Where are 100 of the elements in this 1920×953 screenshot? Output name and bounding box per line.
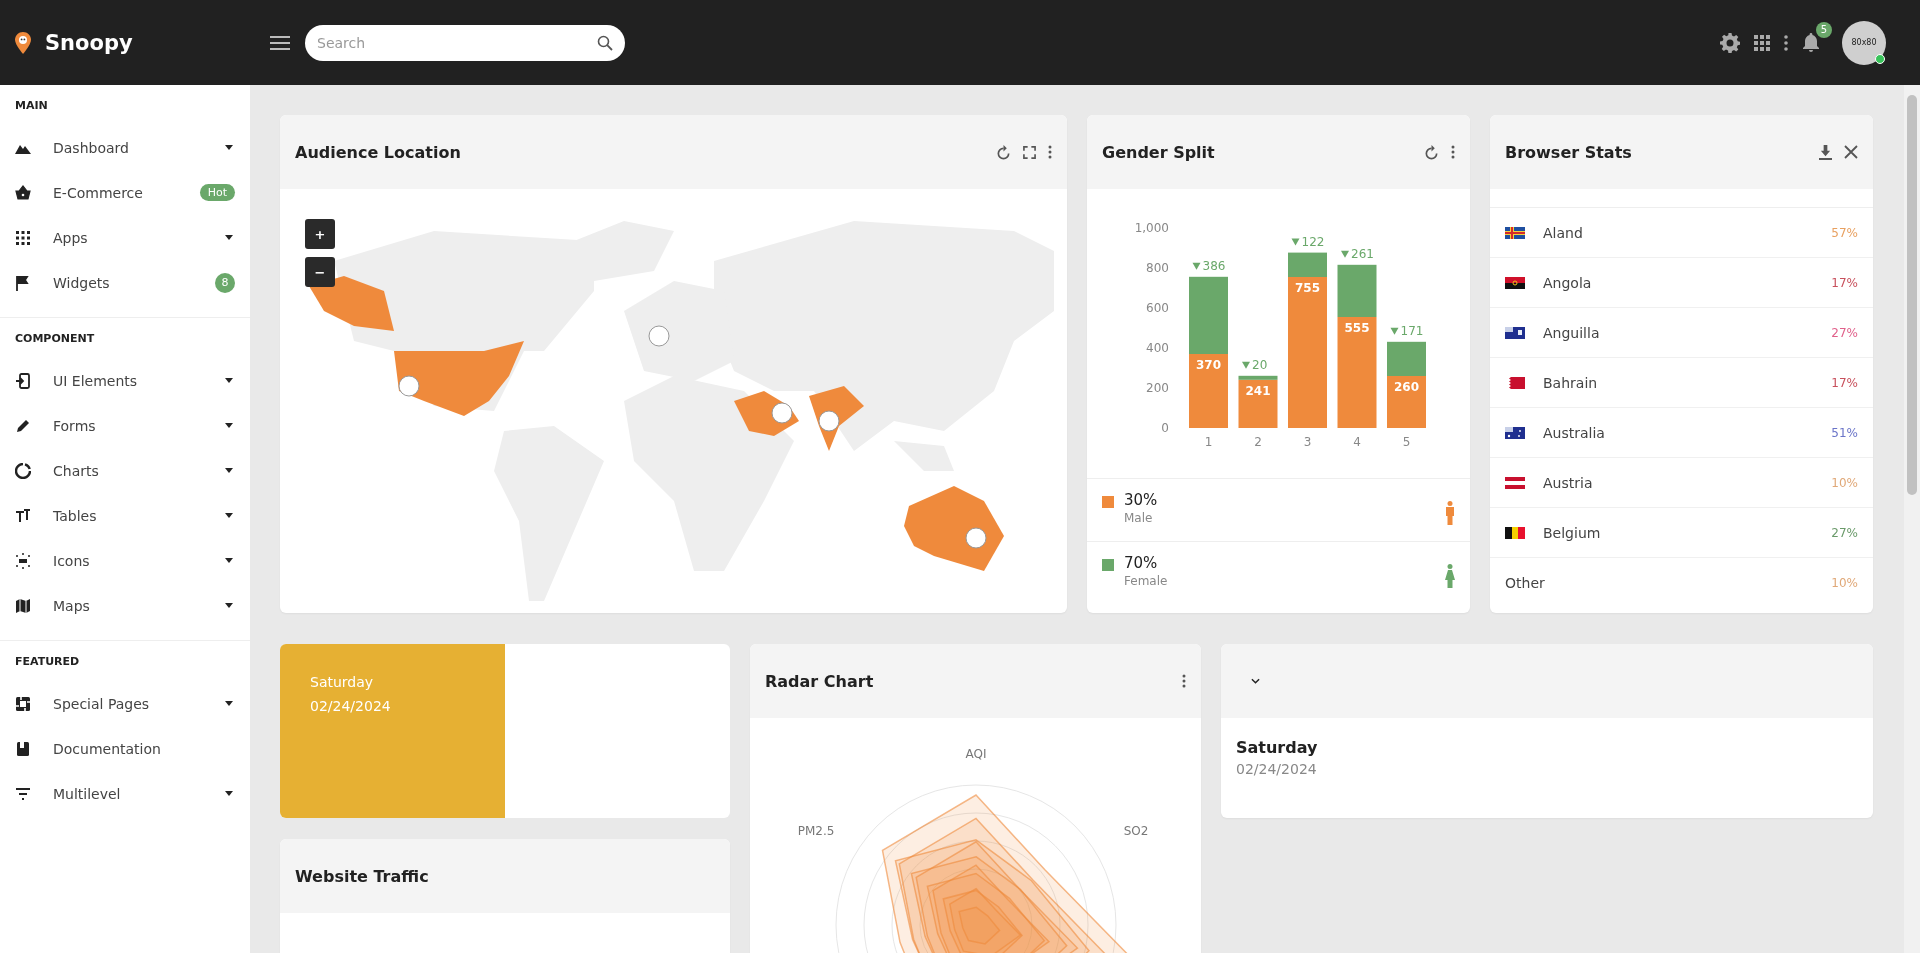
axis-label: AQI	[965, 747, 986, 761]
sidebar-item-label: Icons	[53, 552, 91, 569]
axis-tick-label: 1,000	[1134, 221, 1169, 235]
bar-value-label: 755	[1294, 281, 1320, 295]
axis-tick-label: 4	[1352, 435, 1361, 449]
more-icon[interactable]	[1784, 34, 1788, 51]
sidebar-item[interactable]: E-Commerce Hot	[0, 170, 250, 215]
sidebar-item[interactable]: Icons	[0, 538, 250, 583]
menu-icon[interactable]	[270, 35, 290, 50]
bar-value-label: 20	[1241, 357, 1267, 372]
sidebar-item[interactable]: Apps	[0, 215, 250, 260]
percentage: 10%	[1831, 475, 1858, 490]
card-title: Browser Stats	[1505, 142, 1632, 162]
sidebar-item[interactable]: Dashboard	[0, 125, 250, 170]
person-icon	[1445, 564, 1455, 588]
country-name: Australia	[1543, 424, 1606, 441]
card-title: Website Traffic	[295, 866, 429, 886]
bar-value-label: 260	[1393, 380, 1419, 394]
avatar[interactable]: 80x80	[1842, 20, 1886, 65]
bar-value-label: 370	[1195, 358, 1221, 372]
legend-label: Male	[1124, 511, 1154, 525]
zoom-in-button[interactable]: +	[305, 219, 335, 249]
section-title: MAIN	[14, 98, 49, 114]
logo-icon	[15, 31, 31, 54]
menu-item-icon	[15, 552, 31, 569]
percentage: 51%	[1831, 425, 1858, 440]
menu-item-icon	[15, 274, 31, 291]
flag-icon	[1505, 326, 1525, 339]
sidebar-item[interactable]: Special Pages	[0, 681, 250, 726]
chevron-down-icon[interactable]	[1251, 678, 1260, 684]
sidebar-item[interactable]: Tables	[0, 493, 250, 538]
card-title: Gender Split	[1102, 142, 1215, 162]
badge: 8	[215, 272, 235, 293]
flag-icon	[1505, 476, 1525, 489]
search-icon[interactable]	[597, 34, 613, 51]
sidebar-item-label: Multilevel	[53, 785, 122, 802]
axis-tick-label: 200	[1145, 381, 1169, 395]
sidebar-item[interactable]: Widgets 8	[0, 260, 250, 305]
sidebar-item[interactable]: Documentation	[0, 726, 250, 771]
sidebar-item[interactable]: Maps	[0, 583, 250, 628]
menu-item-icon	[15, 462, 31, 479]
scrollbar-thumb[interactable]	[1907, 95, 1917, 495]
percentage: 27%	[1831, 325, 1858, 340]
search-field[interactable]: Search	[305, 24, 625, 61]
apps-grid-icon[interactable]	[1754, 34, 1770, 51]
date-label: 02/24/2024	[1236, 761, 1318, 777]
axis-tick-label: 1	[1204, 435, 1212, 449]
zoom-out-button[interactable]: −	[305, 257, 335, 287]
more-icon[interactable]	[1182, 674, 1186, 688]
legend-label: Female	[1124, 574, 1169, 588]
country-name: Anguilla	[1543, 324, 1601, 341]
axis-tick-label: 2	[1253, 435, 1262, 449]
settings-icon[interactable]	[1720, 32, 1740, 53]
sidebar-item-label: Maps	[53, 597, 91, 614]
refresh-icon[interactable]	[996, 144, 1011, 160]
percentage: 27%	[1831, 525, 1858, 540]
sidebar-item-label: Apps	[53, 229, 89, 246]
country-name: Austria	[1543, 474, 1594, 491]
axis-tick-label: 600	[1145, 301, 1169, 315]
sidebar-item-label: Special Pages	[53, 695, 151, 712]
person-icon	[1445, 501, 1455, 525]
percentage: 57%	[1831, 225, 1858, 240]
sidebar-item[interactable]: Charts	[0, 448, 250, 493]
scrollbar[interactable]	[1904, 85, 1920, 953]
sidebar-item[interactable]: Multilevel	[0, 771, 250, 816]
sidebar-item[interactable]: Forms	[0, 403, 250, 448]
axis-label: PM2.5	[797, 824, 834, 838]
download-icon[interactable]	[1819, 144, 1832, 160]
sidebar-item[interactable]: UI Elements	[0, 358, 250, 403]
section-title: COMPONENT	[14, 331, 96, 347]
day-label: Saturday	[1236, 738, 1319, 757]
menu-item-icon	[15, 785, 31, 802]
axis-tick-label: 5	[1402, 435, 1410, 449]
flag-icon	[1505, 276, 1525, 289]
bar-value-label: 171	[1390, 323, 1423, 338]
more-icon[interactable]	[1048, 145, 1052, 159]
fullscreen-icon[interactable]	[1023, 145, 1036, 159]
bar-value-label: 241	[1244, 383, 1271, 398]
data-label: 261	[1350, 246, 1374, 261]
sidebar-item-label: Forms	[53, 417, 97, 434]
close-icon[interactable]	[1844, 145, 1858, 159]
axis-tick-label: 800	[1145, 261, 1169, 275]
bell-icon[interactable]	[1802, 32, 1820, 53]
more-icon[interactable]	[1451, 145, 1455, 159]
axis-tick-label: 0	[1160, 421, 1169, 435]
flag-icon	[1505, 376, 1525, 389]
legend-value: 70%	[1124, 554, 1159, 572]
sidebar-item-label: Widgets	[53, 274, 111, 291]
percentage: 17%	[1831, 275, 1858, 290]
data-label: 171	[1400, 323, 1423, 338]
menu-item-icon	[15, 507, 31, 524]
menu-item-icon	[15, 740, 31, 757]
card-title: Radar Chart	[765, 671, 874, 691]
brand-name[interactable]: Snoopy	[45, 30, 133, 55]
country-name: Angola	[1543, 274, 1593, 291]
percentage: 17%	[1831, 375, 1858, 390]
data-label: 122	[1301, 234, 1324, 249]
country-name: Belgium	[1543, 524, 1602, 541]
refresh-icon[interactable]	[1424, 144, 1439, 160]
axis-tick-label: 400	[1145, 341, 1169, 355]
